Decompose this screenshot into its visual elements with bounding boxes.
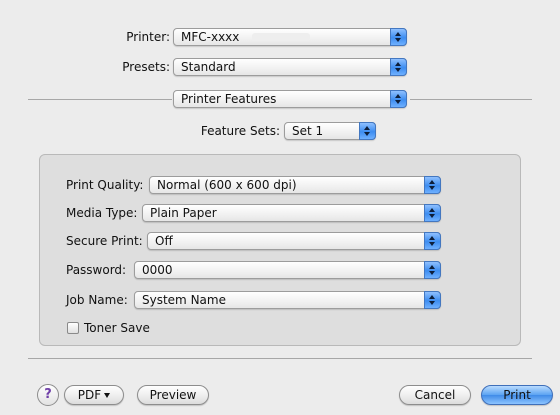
job-name-label: Job Name: [66, 293, 128, 307]
toner-save-checkbox[interactable] [67, 322, 79, 334]
cancel-button[interactable]: Cancel [399, 385, 471, 405]
password-popup[interactable]: 0000 [134, 261, 441, 279]
job-name-value: System Name [142, 293, 226, 307]
pdf-menu-button[interactable]: PDF [64, 385, 124, 405]
up-down-arrows-icon [390, 28, 407, 46]
secure-print-value: Off [155, 234, 173, 248]
up-down-arrows-icon [390, 90, 407, 108]
up-down-arrows-icon [424, 176, 441, 194]
password-label: Password: [66, 263, 127, 277]
printer-popup[interactable]: MFC-xxxx [173, 28, 407, 46]
secure-print-label: Secure Print: [66, 234, 143, 248]
up-down-arrows-icon [424, 291, 441, 309]
up-down-arrows-icon [390, 58, 407, 76]
presets-value: Standard [181, 60, 236, 74]
print-button[interactable]: Print [481, 385, 553, 405]
presets-label: Presets: [122, 60, 170, 74]
section-popup[interactable]: Printer Features [173, 90, 407, 108]
print-quality-value: Normal (600 x 600 dpi) [157, 178, 297, 192]
print-quality-popup[interactable]: Normal (600 x 600 dpi) [149, 176, 441, 194]
up-down-arrows-icon [359, 122, 376, 140]
presets-popup[interactable]: Standard [173, 58, 407, 76]
media-type-label: Media Type: [66, 206, 138, 220]
print-label: Print [503, 388, 531, 402]
separator-right [410, 99, 532, 100]
feature-sets-label: Feature Sets: [200, 124, 280, 138]
section-value: Printer Features [181, 92, 277, 106]
question-mark-icon: ? [44, 387, 52, 402]
printer-name-blur [252, 33, 310, 41]
up-down-arrows-icon [424, 204, 441, 222]
pdf-label: PDF [77, 388, 102, 402]
up-down-arrows-icon [424, 261, 441, 279]
triangle-down-icon [104, 392, 111, 398]
feature-sets-value: Set 1 [292, 124, 324, 138]
up-down-arrows-icon [424, 232, 441, 250]
secure-print-popup[interactable]: Off [147, 232, 441, 250]
help-button[interactable]: ? [37, 384, 59, 406]
media-type-value: Plain Paper [150, 206, 217, 220]
job-name-popup[interactable]: System Name [134, 291, 441, 309]
printer-label: Printer: [126, 30, 170, 44]
media-type-popup[interactable]: Plain Paper [142, 204, 441, 222]
toner-save-label: Toner Save [84, 321, 150, 335]
feature-sets-popup[interactable]: Set 1 [284, 122, 376, 140]
footer-separator [28, 358, 532, 359]
print-quality-label: Print Quality: [66, 178, 144, 192]
printer-value: MFC-xxxx [181, 30, 240, 44]
preview-button[interactable]: Preview [137, 385, 209, 405]
preview-label: Preview [149, 388, 197, 402]
cancel-label: Cancel [414, 388, 456, 402]
password-value: 0000 [142, 263, 173, 277]
separator-left [28, 99, 172, 100]
